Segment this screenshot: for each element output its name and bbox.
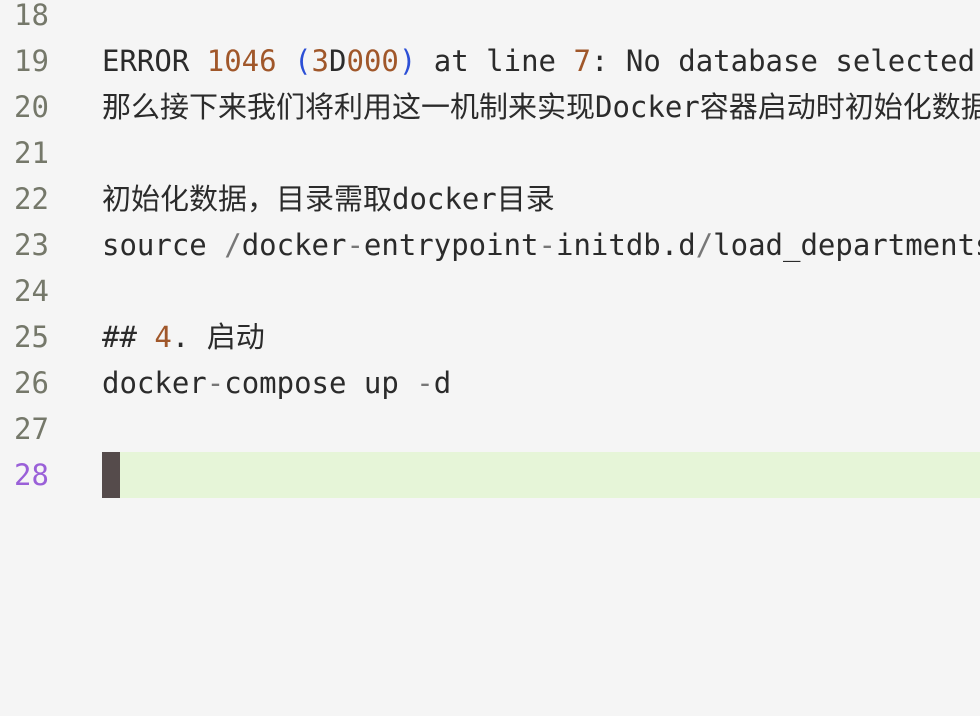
code-token: at line bbox=[416, 44, 574, 78]
code-token: D bbox=[329, 44, 347, 78]
line-text: ## 4. 启动 bbox=[102, 314, 265, 360]
code-line[interactable]: 19 ERROR 1046 (3D000) at line 7: No datab… bbox=[0, 38, 980, 84]
line-number: 20 bbox=[14, 90, 49, 124]
code-token: compose up bbox=[224, 366, 417, 400]
code-line[interactable]: 23 source /docker-entrypoint-initdb.d/loa… bbox=[0, 222, 980, 268]
code-token: 那么接下来我们将利用这一机制来实现Docker容器启动时初始化数据 bbox=[102, 90, 980, 124]
code-line[interactable]: 20 那么接下来我们将利用这一机制来实现Docker容器启动时初始化数据 bbox=[0, 84, 980, 130]
code-line[interactable]: 18 bbox=[0, 0, 980, 38]
code-token: ( bbox=[294, 44, 312, 78]
code-token: / bbox=[695, 228, 714, 262]
code-line[interactable]: 28 bbox=[0, 452, 980, 498]
code-token: docker bbox=[241, 228, 347, 262]
code-token: entrypoint bbox=[363, 228, 539, 262]
line-number: 28 bbox=[14, 458, 49, 492]
code-token: : No database selected bbox=[590, 44, 976, 78]
code-token: . 启动 bbox=[171, 320, 265, 354]
code-line[interactable]: 24 bbox=[0, 268, 980, 314]
line-number: 21 bbox=[14, 136, 49, 170]
code-token: docker bbox=[102, 366, 207, 400]
code-token: ## bbox=[102, 320, 155, 354]
line-number: 24 bbox=[14, 274, 49, 308]
code-line[interactable]: 22 初始化数据，目录需取docker目录 bbox=[0, 176, 980, 222]
code-token: 4 bbox=[154, 320, 172, 354]
code-token: initdb.d bbox=[556, 228, 696, 262]
line-number: 18 bbox=[14, 0, 49, 32]
code-editor[interactable]: 18 19 ERROR 1046 (3D000) at line 7: No dat… bbox=[0, 0, 980, 716]
code-token: 7 bbox=[573, 44, 591, 78]
line-number: 26 bbox=[14, 366, 49, 400]
code-token: ERROR bbox=[102, 44, 207, 78]
code-token: / bbox=[224, 228, 242, 262]
code-token: - bbox=[346, 228, 364, 262]
line-number: 27 bbox=[14, 412, 49, 446]
line-number: 23 bbox=[14, 228, 49, 262]
line-text: ERROR 1046 (3D000) at line 7: No databas… bbox=[102, 38, 975, 84]
code-token: 000 bbox=[346, 44, 399, 78]
code-line[interactable]: 26 docker-compose up -d bbox=[0, 360, 980, 406]
code-token: ) bbox=[398, 44, 417, 78]
code-token: d bbox=[433, 366, 452, 400]
code-token: - bbox=[206, 366, 225, 400]
line-text: docker-compose up -d bbox=[102, 360, 451, 406]
code-line[interactable]: 25 ## 4. 启动 bbox=[0, 314, 980, 360]
line-number: 22 bbox=[14, 182, 49, 216]
code-token: 3 bbox=[311, 44, 330, 78]
line-text: source /docker-entrypoint-initdb.d/load_… bbox=[102, 222, 980, 268]
code-token: load_departments.dump bbox=[713, 228, 980, 262]
code-line[interactable]: 27 bbox=[0, 406, 980, 452]
code-token: source bbox=[102, 228, 225, 262]
code-token: - bbox=[538, 228, 556, 262]
line-text: 那么接下来我们将利用这一机制来实现Docker容器启动时初始化数据 bbox=[102, 84, 980, 130]
line-number: 25 bbox=[14, 320, 49, 354]
code-token: 1046 bbox=[206, 44, 277, 78]
code-token: - bbox=[416, 366, 434, 400]
line-number: 19 bbox=[14, 44, 49, 78]
line-text: 初始化数据，目录需取docker目录 bbox=[102, 176, 555, 222]
code-token: 初始化数据，目录需取docker目录 bbox=[102, 182, 555, 216]
code-line[interactable]: 21 bbox=[0, 130, 980, 176]
